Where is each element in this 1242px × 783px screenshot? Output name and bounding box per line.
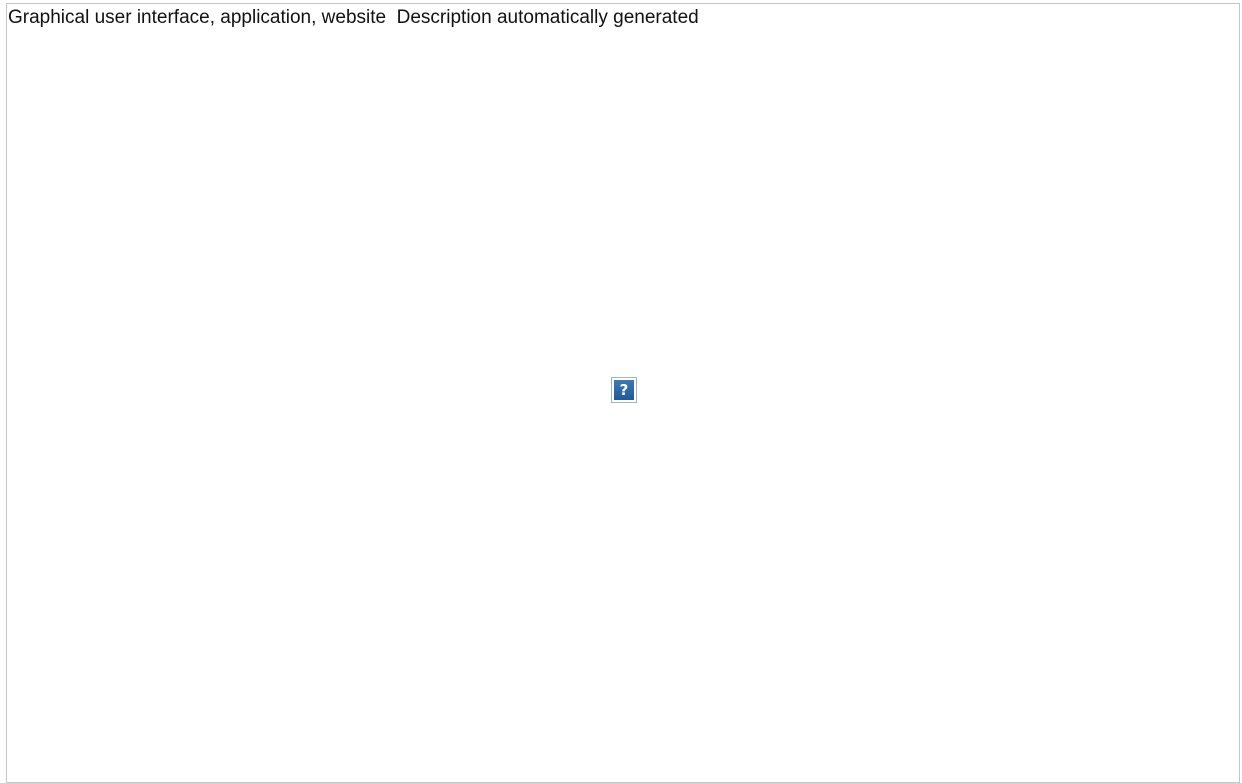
broken-image-question-icon: ? — [611, 377, 637, 403]
image-alt-text: Graphical user interface, application, w… — [8, 7, 699, 28]
broken-image-frame: Graphical user interface, application, w… — [6, 3, 1240, 783]
question-mark-glyph: ? — [614, 380, 634, 400]
